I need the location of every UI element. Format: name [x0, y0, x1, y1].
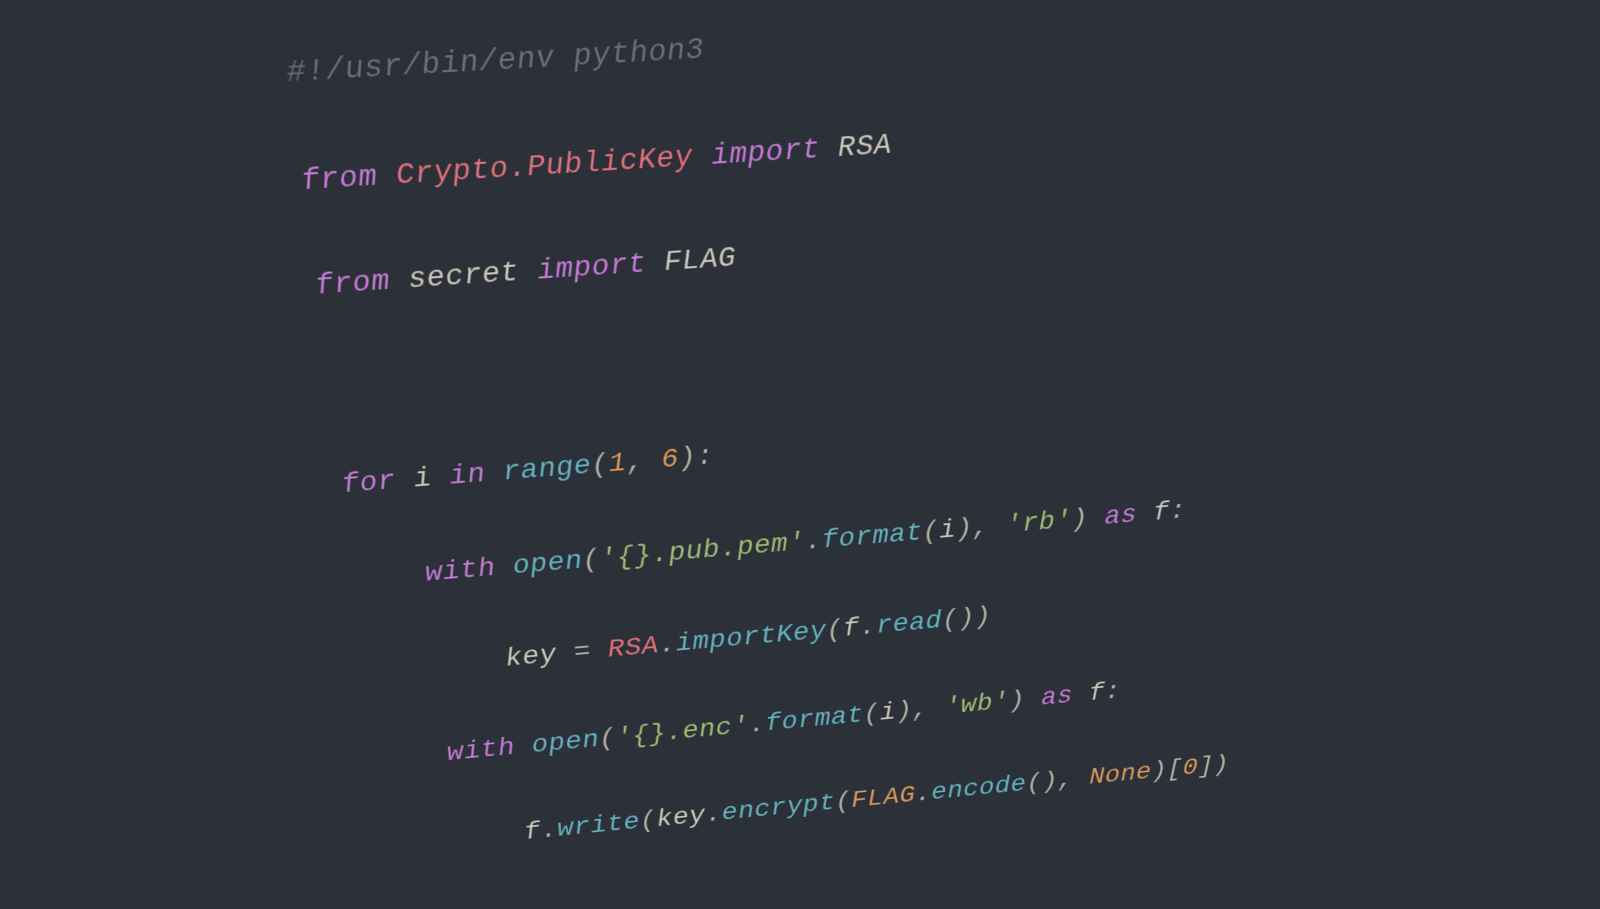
punct: ):: [678, 442, 715, 475]
punct: :: [1169, 497, 1186, 527]
punct: (: [863, 700, 880, 729]
string: '{}.enc': [615, 713, 750, 753]
number: 0: [1183, 755, 1199, 782]
python-code: #!/usr/bin/env python3 from Crypto.Publi…: [276, 0, 1246, 909]
code-line: for i in range(1, 6):: [339, 393, 1237, 510]
method: encode: [931, 771, 1027, 806]
variable: f: [1137, 498, 1170, 529]
code-line: from Crypto.PublicKey import RSA: [298, 98, 1243, 208]
keyword-import: import: [536, 248, 648, 287]
punct: ()): [942, 603, 992, 635]
shebang-comment: #!/usr/bin/env python3: [285, 33, 706, 91]
keyword-import: import: [710, 134, 821, 174]
number: 6: [660, 444, 680, 475]
punct: ): [1009, 686, 1041, 716]
code-line: from secret import FLAG: [312, 200, 1241, 313]
none-literal: None: [1089, 759, 1152, 791]
punct: =: [555, 637, 609, 670]
punct: ,: [625, 446, 662, 479]
keyword-from: from: [313, 266, 392, 304]
method-format: format: [764, 702, 864, 738]
keyword-in: in: [448, 459, 487, 492]
variable: key: [655, 802, 706, 833]
punct: ): [1071, 504, 1104, 535]
code-line: #!/usr/bin/env python3: [283, 0, 1244, 101]
variable: i: [939, 516, 956, 546]
punct: ),: [956, 512, 1006, 545]
variable: i: [879, 699, 896, 728]
punct: .: [804, 527, 822, 557]
class-name: RSA: [607, 632, 660, 665]
import-name: RSA: [837, 129, 892, 165]
keyword-as: as: [1041, 683, 1073, 713]
import-name: FLAG: [663, 242, 737, 279]
keyword-from: from: [299, 161, 379, 199]
method: importKey: [675, 617, 828, 658]
keyword-with: with: [423, 554, 497, 589]
punct: .: [748, 711, 766, 740]
punct: )[: [1152, 756, 1183, 785]
punct: (: [922, 517, 940, 547]
module-name: secret: [407, 257, 521, 297]
keyword-with: with: [445, 734, 516, 768]
punct: :: [1105, 678, 1121, 706]
punct: (: [826, 616, 844, 645]
punct: .: [705, 801, 723, 829]
builtin-range: range: [501, 451, 592, 488]
punct: (),: [1026, 765, 1089, 797]
builtin-open: open: [511, 547, 583, 582]
variable: f: [842, 614, 860, 643]
constant: FLAG: [851, 782, 916, 815]
code-line-blank: [326, 298, 1239, 413]
variable: i: [412, 464, 434, 496]
keyword-as: as: [1104, 501, 1137, 532]
method: write: [556, 809, 641, 844]
punct: (: [835, 788, 852, 816]
keyword-for: for: [340, 466, 398, 501]
variable: key: [504, 641, 558, 674]
punct: .: [658, 631, 677, 661]
variable: f: [1073, 680, 1105, 710]
method-format: format: [821, 519, 923, 556]
method: read: [876, 607, 943, 641]
punct: ),: [896, 694, 946, 726]
method: encrypt: [721, 790, 836, 827]
string: 'rb': [1005, 506, 1071, 540]
builtin-open: open: [530, 726, 600, 760]
string: '{}.pub.pem': [599, 528, 806, 574]
punct: ]): [1198, 752, 1229, 781]
code-snippet: #!/usr/bin/env python3 from Crypto.Publi…: [276, 0, 1246, 909]
string: 'wb': [944, 688, 1009, 721]
module-name: Crypto.PublicKey: [394, 141, 694, 193]
punct: .: [859, 613, 877, 642]
punct: .: [915, 781, 932, 809]
